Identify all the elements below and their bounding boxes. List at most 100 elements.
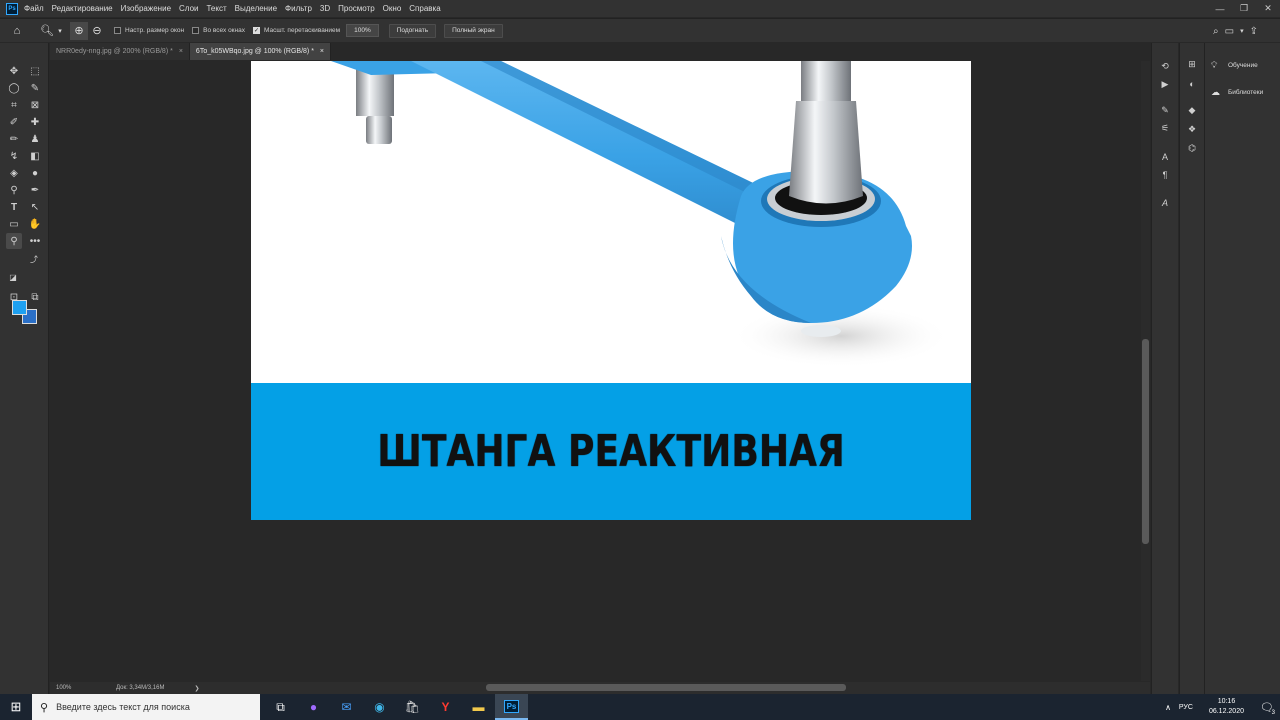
full-screen-button[interactable]: Полный экран [444, 23, 503, 38]
menu-edit[interactable]: Редактирование [52, 4, 113, 13]
language-indicator[interactable]: РУС [1179, 704, 1193, 711]
menu-layers[interactable]: Слои [179, 4, 198, 13]
menu-window[interactable]: Окно [383, 4, 402, 13]
canvas-area[interactable]: ШТАНГА РЕАКТИВНАЯ [50, 61, 1141, 681]
doc-size: Док: 3,34M/3,16M [116, 685, 165, 691]
default-colors-icon[interactable]: ◪ [8, 272, 18, 282]
quick-mask-icon[interactable]: ⊡ [6, 289, 22, 305]
crop-tool-icon[interactable]: ⌗ [6, 97, 22, 113]
notification-center-icon[interactable]: 🗨︎ 3 [1254, 694, 1280, 720]
home-icon[interactable]: ⌂ [8, 22, 26, 40]
zoom-in-icon[interactable]: ⊕ [70, 21, 88, 40]
swap-colors-icon[interactable]: ⤴ [29, 254, 39, 264]
character-icon[interactable]: A [1156, 150, 1174, 164]
edge-browser-icon[interactable]: ◉ [363, 694, 396, 720]
path-select-tool-icon[interactable]: ↖ [27, 199, 43, 215]
brush-tool-icon[interactable]: ✏ [6, 131, 22, 147]
libraries-panel-tab[interactable]: ☁︎ Библиотеки [1211, 87, 1263, 98]
type-tool-icon[interactable]: T [6, 199, 22, 215]
tab-document-1[interactable]: NRR0edy-nng.jpg @ 200% (RGB/8) * × [50, 43, 190, 60]
all-windows-checkbox[interactable]: Во всех окнах [192, 27, 245, 34]
paragraph-icon[interactable]: ¶ [1156, 168, 1174, 182]
resize-windows-label: Настр. размер окон [125, 27, 185, 34]
hand-tool-icon[interactable]: ✋ [27, 216, 43, 232]
clock[interactable]: 10:16 06.12.2020 [1209, 697, 1244, 717]
zoom-tool-preset-icon[interactable]: 🔍︎ [38, 22, 56, 40]
clone-stamp-tool-icon[interactable]: ♟ [27, 131, 43, 147]
alice-assistant-icon[interactable]: ● [297, 694, 330, 720]
taskbar-search-box[interactable]: ⚲ Введите здесь текст для поиска [32, 694, 260, 720]
status-zoom[interactable]: 100% [56, 685, 96, 691]
close-button[interactable]: ✕ [1256, 0, 1280, 17]
pen-tool-icon[interactable]: ✒ [27, 182, 43, 198]
status-menu-arrow[interactable]: ❯ [194, 685, 199, 692]
yandex-browser-icon[interactable]: Y [429, 694, 462, 720]
windows-taskbar: ⊞ ⚲ Введите здесь текст для поиска ⧉ ● ✉… [0, 694, 1280, 720]
minimize-button[interactable]: — [1208, 0, 1232, 17]
close-tab-icon[interactable]: × [179, 48, 183, 55]
chevron-down-icon[interactable]: ▾ [56, 22, 64, 40]
adjustments-icon[interactable]: ◐ [1183, 77, 1201, 91]
banner-title[interactable]: ШТАНГА РЕАКТИВНАЯ [316, 383, 906, 520]
move-tool-icon[interactable]: ✥ [6, 63, 22, 79]
paint-bucket-tool-icon[interactable]: ◈ [6, 165, 22, 181]
vertical-scrollbar[interactable] [1141, 61, 1150, 681]
menu-filter[interactable]: Фильтр [285, 4, 312, 13]
vertical-scroll-thumb[interactable] [1142, 339, 1149, 544]
tab-document-2[interactable]: 6To_k05WBqo.jpg @ 100% (RGB/8) * × [189, 43, 332, 60]
mail-icon[interactable]: ✉ [330, 694, 363, 720]
adjustments-sliders-icon[interactable]: ⚟ [1156, 121, 1174, 135]
restore-button[interactable]: ❐ [1232, 0, 1256, 17]
zoom-out-icon[interactable]: ⊖ [88, 22, 106, 40]
share-icon[interactable]: ⇪ [1250, 26, 1258, 37]
channels-icon[interactable]: ❖ [1183, 122, 1201, 136]
marquee-tool-icon[interactable]: ⬚ [27, 63, 43, 79]
close-tab-icon[interactable]: × [320, 48, 324, 55]
lasso-tool-icon[interactable]: ◯ [6, 80, 22, 96]
more-tools-icon[interactable]: ••• [27, 233, 43, 249]
dodge-tool-icon[interactable]: ⚲ [6, 182, 22, 198]
frame-tool-icon[interactable]: ⊠ [27, 97, 43, 113]
windows-start-icon[interactable]: ⊞ [0, 694, 32, 720]
document-canvas[interactable]: ШТАНГА РЕАКТИВНАЯ [251, 61, 971, 520]
menu-select[interactable]: Выделение [235, 4, 277, 13]
menu-3d[interactable]: 3D [320, 4, 330, 13]
scrubby-zoom-checkbox[interactable]: ✓ Масшт. перетаскиванием [252, 27, 340, 34]
chevron-down-icon[interactable]: ▾ [1240, 27, 1244, 35]
actions-play-icon[interactable]: ▶ [1156, 77, 1174, 91]
healing-brush-tool-icon[interactable]: ✚ [27, 114, 43, 130]
menu-image[interactable]: Изображение [121, 4, 171, 13]
history-icon[interactable]: ⟲ [1156, 59, 1174, 73]
right-panel: 💡︎ Обучение ☁︎ Библиотеки [1204, 43, 1280, 694]
layers-icon[interactable]: ◆ [1183, 103, 1201, 117]
properties-icon[interactable]: ⊞ [1183, 57, 1201, 71]
zoom-value-field[interactable]: 100% [346, 24, 379, 37]
menu-help[interactable]: Справка [409, 4, 440, 13]
quick-select-tool-icon[interactable]: ✎ [27, 80, 43, 96]
file-explorer-icon[interactable]: ▬ [462, 694, 495, 720]
search-icon[interactable]: ⌕ [1213, 26, 1219, 37]
fit-screen-button[interactable]: Подогнать [388, 23, 437, 38]
glyphs-icon[interactable]: A [1156, 196, 1174, 210]
menu-view[interactable]: Просмотр [338, 4, 375, 13]
resize-windows-checkbox[interactable]: Настр. размер окон [114, 27, 184, 34]
learn-panel-tab[interactable]: 💡︎ Обучение [1211, 60, 1258, 71]
menu-file[interactable]: Файл [24, 4, 44, 13]
photoshop-logo[interactable]: Ps [6, 2, 18, 15]
eyedropper-tool-icon[interactable]: ✐ [6, 114, 22, 130]
zoom-tool-icon[interactable]: ⚲ [6, 233, 22, 249]
task-view-icon[interactable]: ⧉ [264, 694, 297, 720]
blur-tool-icon[interactable]: ● [27, 165, 43, 181]
horizontal-scroll-thumb[interactable] [486, 684, 846, 691]
menu-type[interactable]: Текст [206, 4, 226, 13]
rectangle-tool-icon[interactable]: ▭ [6, 216, 22, 232]
screen-mode-icon[interactable]: ⧉ [27, 289, 43, 305]
history-brush-tool-icon[interactable]: ↯ [6, 148, 22, 164]
workspace-icon[interactable]: ▭ [1225, 26, 1234, 37]
chevron-up-icon[interactable]: ∧ [1165, 703, 1171, 712]
eraser-tool-icon[interactable]: ◧ [27, 148, 43, 164]
brush-settings-icon[interactable]: ✎ [1156, 103, 1174, 117]
store-icon[interactable]: 🛍︎ [396, 694, 429, 720]
photoshop-taskbar-icon[interactable]: Ps [495, 694, 528, 720]
paths-icon[interactable]: ⌬ [1183, 141, 1201, 155]
